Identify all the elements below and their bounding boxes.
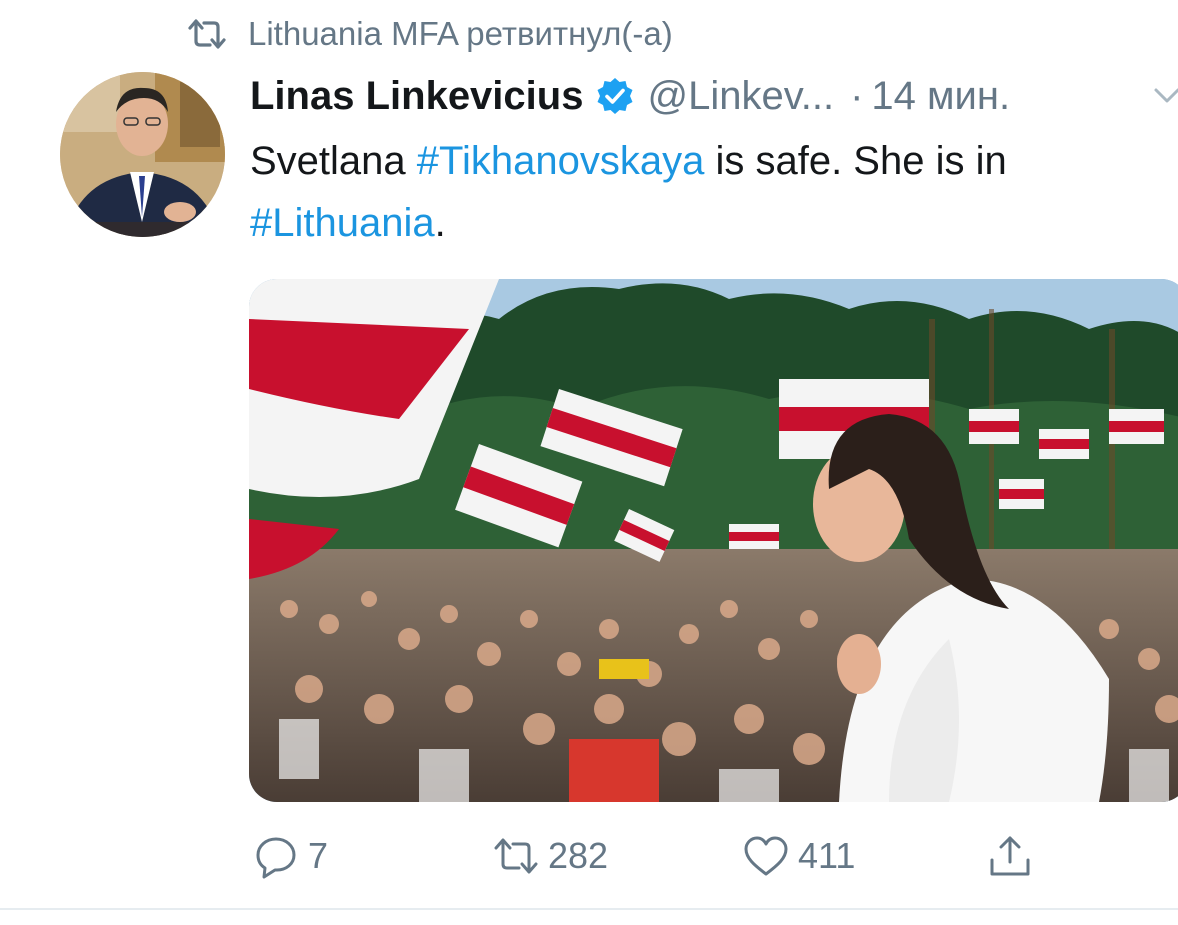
avatar-image (60, 72, 225, 237)
verified-badge-icon (597, 78, 633, 114)
like-count: 411 (798, 835, 856, 876)
tweet-text-part: Svetlana (250, 139, 417, 183)
retweet-context[interactable]: Lithuania MFA ретвитнул(-а) (186, 12, 673, 56)
heart-icon (744, 836, 788, 876)
reply-icon (256, 837, 296, 879)
reply-button[interactable]: 7 (252, 826, 328, 886)
tweet-text: Svetlana #Tikhanovskaya is safe. She is … (250, 130, 1170, 254)
retweet-count: 282 (548, 835, 609, 876)
like-button[interactable]: 411 (742, 826, 855, 886)
avatar[interactable] (60, 72, 225, 237)
retweet-icon (494, 838, 538, 874)
hashtag-link[interactable]: #Tikhanovskaya (417, 139, 705, 183)
tweet-card[interactable]: Lithuania MFA ретвитнул(-а) Linas Linkev… (0, 0, 1178, 925)
tweet-header: Linas Linkevicius @Linkev... · 14 мин. (250, 68, 1010, 124)
retweet-label: Lithuania MFA ретвитнул(-а) (248, 15, 673, 52)
tweet-actions: 7 282 411 (0, 826, 1178, 886)
tweet-text-part: is safe. She is in (704, 139, 1007, 183)
chevron-down-icon[interactable] (1150, 80, 1178, 110)
retweet-button[interactable]: 282 (492, 826, 608, 886)
photo-image (249, 279, 1178, 802)
tweet-text-part: . (434, 201, 446, 245)
tweet-timestamp[interactable]: 14 мин. (871, 74, 1010, 119)
share-icon (990, 836, 1030, 876)
hashtag-link[interactable]: #Lithuania (250, 201, 435, 245)
tweet-photo[interactable] (249, 279, 1178, 802)
author-name[interactable]: Linas Linkevicius (250, 74, 583, 119)
retweet-icon (188, 19, 226, 49)
share-button[interactable] (986, 826, 1042, 886)
divider (0, 908, 1178, 910)
reply-count: 7 (308, 835, 329, 876)
header-separator: · (850, 73, 864, 118)
author-handle[interactable]: @Linkev... (647, 74, 834, 119)
